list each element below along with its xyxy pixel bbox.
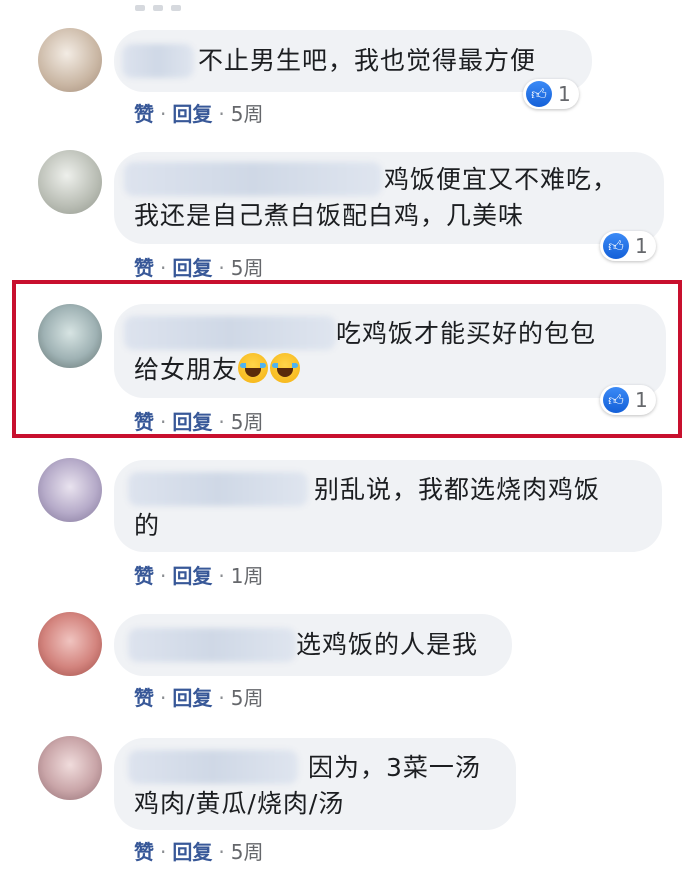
timestamp[interactable]: 5周 [231, 256, 264, 280]
comment-actions: 赞 · 回复 · 5周 [134, 256, 264, 280]
timestamp[interactable]: 5周 [231, 102, 264, 126]
reply-button[interactable]: 回复 [172, 102, 212, 126]
comment-bubble: 选鸡饭的人是我 [114, 614, 512, 676]
like-button[interactable]: 赞 [134, 564, 154, 588]
like-button[interactable]: 赞 [134, 102, 154, 126]
thumbs-up-icon: 👍︎ [526, 81, 552, 107]
comment-text: 我还是自己煮白饭配白鸡，几美味 [134, 201, 525, 230]
reply-button[interactable]: 回复 [172, 686, 212, 710]
timestamp[interactable]: 1周 [231, 564, 264, 588]
comment-text: 因为，3菜一汤 [308, 753, 481, 782]
like-count-badge[interactable]: 👍︎ 1 [600, 231, 656, 261]
commenter-name-redacted[interactable] [122, 44, 194, 78]
comment-actions: 赞 · 回复 · 5周 [134, 840, 264, 864]
comment-bubble: 别乱说，我都选烧肉鸡饭 的 [114, 460, 662, 552]
comment-text: 不止男生吧，我也觉得最方便 [198, 46, 537, 75]
commenter-name-redacted[interactable] [128, 472, 308, 506]
comment-actions: 赞 · 回复 · 1周 [134, 564, 264, 588]
avatar[interactable] [38, 458, 102, 522]
highlight-box [12, 280, 682, 438]
comment-text: 选鸡饭的人是我 [296, 630, 479, 659]
commenter-name-redacted[interactable] [124, 162, 382, 196]
previous-actions-stub [135, 0, 205, 11]
timestamp[interactable]: 5周 [231, 686, 264, 710]
like-button[interactable]: 赞 [134, 686, 154, 710]
comment-text: 的 [134, 511, 161, 540]
timestamp[interactable]: 5周 [231, 840, 264, 864]
comment-text: 别乱说，我都选烧肉鸡饭 [314, 475, 601, 504]
comment-bubble: 不止男生吧，我也觉得最方便 [114, 30, 592, 92]
commenter-name-redacted[interactable] [128, 750, 298, 784]
commenter-name-redacted[interactable] [128, 628, 296, 662]
like-button[interactable]: 赞 [134, 840, 154, 864]
avatar[interactable] [38, 150, 102, 214]
avatar[interactable] [38, 612, 102, 676]
comment-actions: 赞 · 回复 · 5周 [134, 102, 264, 126]
avatar[interactable] [38, 736, 102, 800]
avatar[interactable] [38, 28, 102, 92]
comment-bubble: 鸡饭便宜又不难吃， 我还是自己煮白饭配白鸡，几美味 [114, 152, 664, 244]
comment-text: 鸡饭便宜又不难吃， [384, 165, 619, 194]
like-button[interactable]: 赞 [134, 256, 154, 280]
reply-button[interactable]: 回复 [172, 564, 212, 588]
comment-text: 鸡肉/黄瓜/烧肉/汤 [134, 789, 345, 818]
reply-button[interactable]: 回复 [172, 840, 212, 864]
thumbs-up-icon: 👍︎ [603, 233, 629, 259]
reply-button[interactable]: 回复 [172, 256, 212, 280]
like-count-badge[interactable]: 👍︎ 1 [523, 79, 579, 109]
comment-bubble: 因为，3菜一汤 鸡肉/黄瓜/烧肉/汤 [114, 738, 516, 830]
comment-actions: 赞 · 回复 · 5周 [134, 686, 264, 710]
